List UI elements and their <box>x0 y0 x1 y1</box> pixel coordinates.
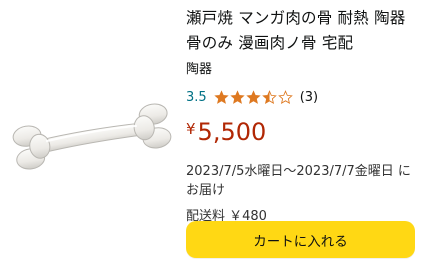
rating-row[interactable]: 3.5 (3) <box>186 87 422 107</box>
rating-value: 3.5 <box>186 89 207 105</box>
add-to-cart-button[interactable]: カートに入れる <box>186 221 415 258</box>
star-full-icon <box>214 89 229 104</box>
product-title[interactable]: 瀬戸焼 マンガ肉の骨 耐熱 陶器 骨のみ 漫画肉ノ骨 宅配 <box>186 6 422 56</box>
star-full-icon <box>230 89 245 104</box>
price-currency-symbol: ¥ <box>186 120 196 138</box>
seller-name: 陶器 <box>186 62 213 77</box>
star-half-icon <box>261 89 277 104</box>
price: ¥ 5,500 <box>186 117 422 149</box>
product-image[interactable] <box>6 60 178 210</box>
product-card[interactable]: 瀬戸焼 マンガ肉の骨 耐熱 陶器 骨のみ 漫画肉ノ骨 宅配 陶器 3.5 (3)… <box>0 0 432 266</box>
star-full-icon <box>246 89 261 104</box>
star-empty-icon <box>277 89 293 104</box>
delivery-estimate: 2023/7/5水曜日～2023/7/7金曜日 にお届け <box>186 164 411 198</box>
product-info: 瀬戸焼 マンガ肉の骨 耐熱 陶器 骨のみ 漫画肉ノ骨 宅配 陶器 3.5 (3)… <box>186 6 422 226</box>
bone-illustration <box>12 103 172 170</box>
price-amount: 5,500 <box>197 118 267 146</box>
review-count[interactable]: (3) <box>300 90 318 105</box>
star-rating <box>214 89 294 105</box>
